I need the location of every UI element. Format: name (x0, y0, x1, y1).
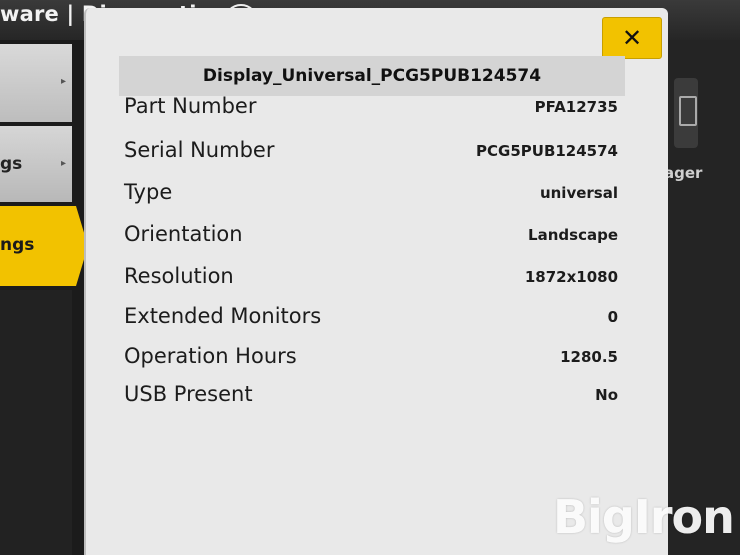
row-value: No (595, 386, 618, 404)
info-row-type: Type universal (124, 178, 618, 212)
sidebar-item-selected[interactable]: ngs (0, 206, 88, 286)
row-value: 1280.5 (560, 348, 618, 366)
manager-app-icon[interactable] (674, 78, 698, 148)
row-value: PCG5PUB124574 (476, 142, 618, 160)
row-value: 1872x1080 (524, 268, 618, 286)
info-row-resolution: Resolution 1872x1080 (124, 262, 618, 296)
info-row-operation-hours: Operation Hours 1280.5 (124, 342, 618, 376)
row-value: Landscape (528, 226, 618, 244)
info-row-part-number: Part Number PFA12735 (124, 92, 618, 126)
row-value: PFA12735 (534, 98, 618, 116)
row-label: Operation Hours (124, 344, 297, 368)
dialog-title: Display_Universal_PCG5PUB124574 (202, 66, 542, 86)
info-row-extended-monitors: Extended Monitors 0 (124, 302, 618, 336)
close-button[interactable]: ✕ (602, 17, 662, 59)
row-label: Extended Monitors (124, 304, 322, 328)
chevron-right-icon: ▸ (60, 158, 66, 169)
sidebar-item-1[interactable]: ▸ (0, 44, 72, 122)
sidebar-item-label: ngs (0, 235, 35, 255)
row-label: Resolution (124, 264, 234, 288)
info-row-usb-present: USB Present No (124, 380, 618, 414)
info-row-orientation: Orientation Landscape (124, 220, 618, 254)
row-label: Orientation (124, 222, 243, 246)
sidebar-item-2[interactable]: gs ▸ (0, 126, 72, 202)
manager-app-label: ager (664, 164, 703, 182)
info-row-serial-number: Serial Number PCG5PUB124574 (124, 136, 618, 170)
row-label: Serial Number (124, 138, 275, 162)
row-label: Part Number (124, 94, 257, 118)
watermark-logo: BigIron (553, 490, 735, 544)
row-label: USB Present (124, 382, 253, 406)
dialog-title-bar: Display_Universal_PCG5PUB124574 (119, 56, 625, 96)
chevron-right-icon: ▸ (60, 76, 66, 87)
row-label: Type (124, 180, 173, 204)
sidebar-item-label: gs (0, 154, 23, 174)
row-value: 0 (607, 308, 618, 326)
row-value: universal (539, 184, 618, 202)
sidebar-empty-area (0, 290, 72, 555)
